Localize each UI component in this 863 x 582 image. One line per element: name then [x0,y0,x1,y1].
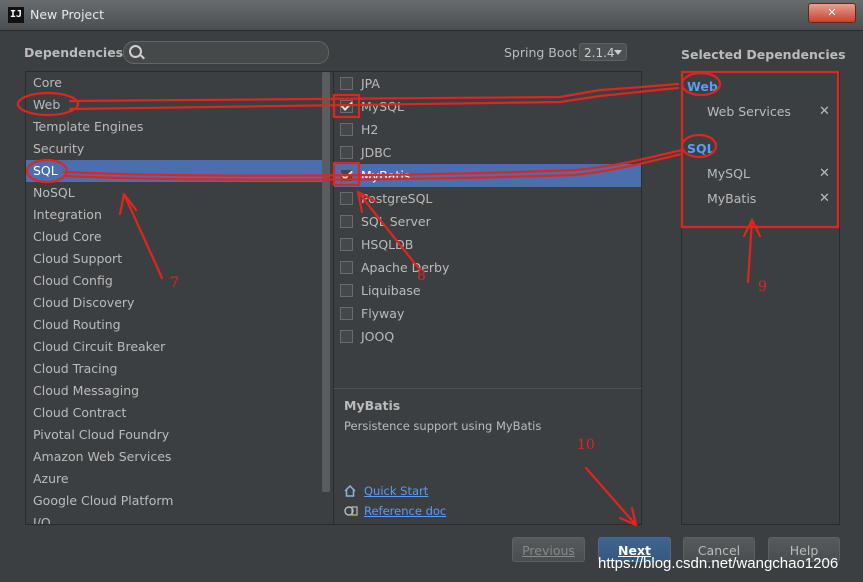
annotation-number-10: 10 [577,437,595,453]
annotation-circle-sql [25,158,69,184]
annotation-number-9: 9 [758,279,767,295]
annotation-arrow-7 [118,192,164,280]
annotation-arrow-8 [356,190,422,272]
annotation-number-8: 8 [417,268,426,284]
annotation-line-sql [62,148,684,177]
annotation-circle-web-group [680,71,722,97]
annotation-arrow-10 [584,466,638,527]
annotation-overlay [16,70,840,527]
watermark-text: https://blog.csdn.net/wangchao1206 [598,555,839,572]
annotation-number-7: 7 [170,275,179,291]
annotation-circle-sql-group [680,133,718,159]
annotation-circle-web [16,91,80,117]
annotation-arrow-9 [742,218,762,284]
annotation-box-mybatis [332,161,361,187]
new-project-dialog: IJ New Project ✕ Dependencies Spring Boo… [0,0,863,582]
